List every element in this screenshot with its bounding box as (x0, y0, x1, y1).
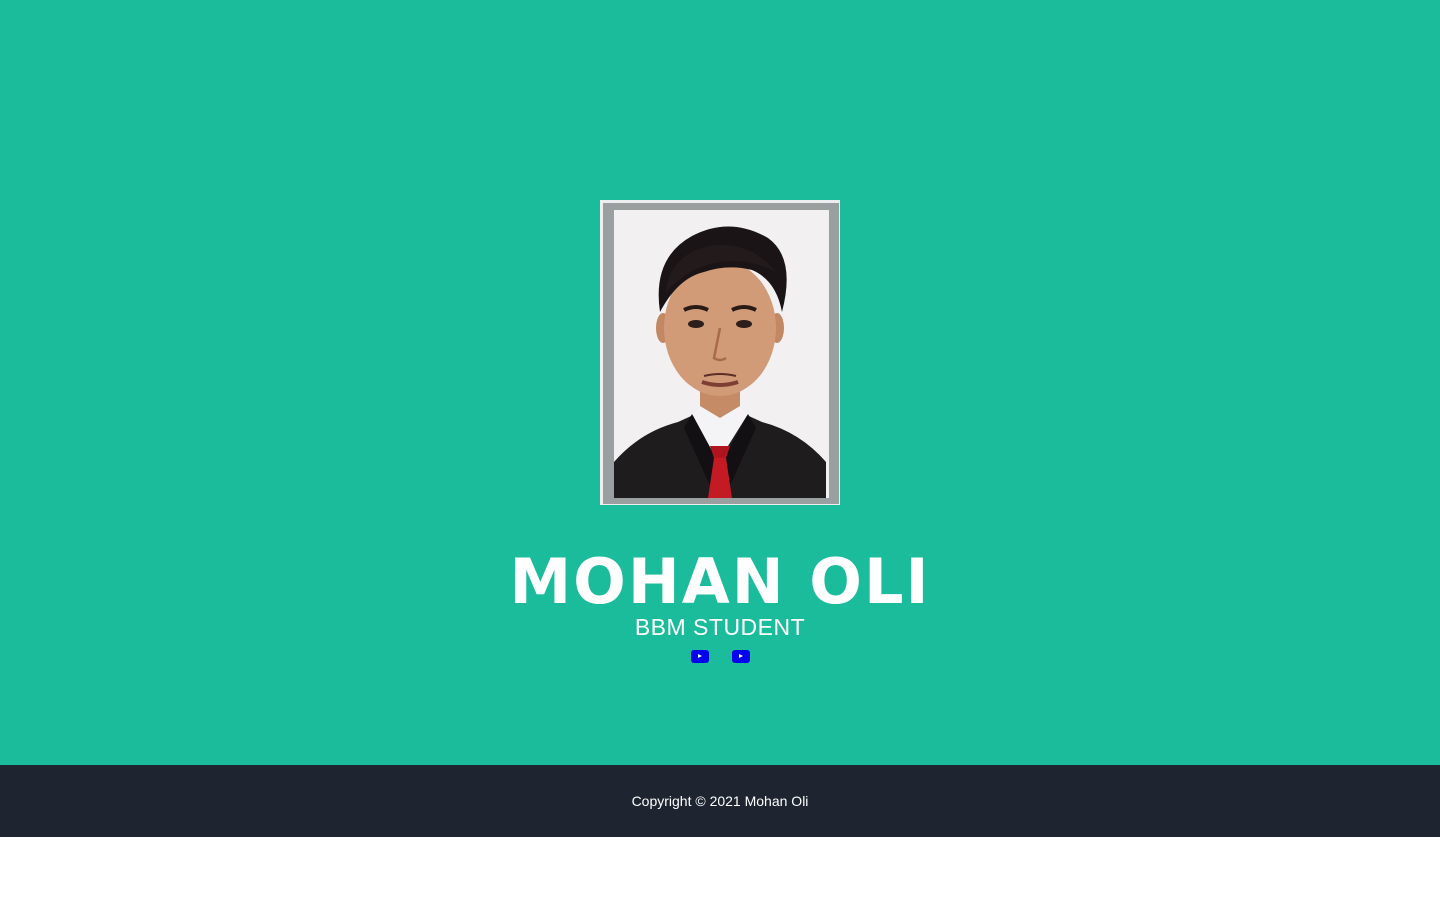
hero-section: MOHAN OLI BBM STUDENT (0, 0, 1440, 765)
profile-photo (600, 200, 840, 505)
video-play-icon (739, 654, 743, 658)
profile-role: BBM STUDENT (634, 614, 806, 640)
social-links (0, 650, 1440, 664)
video-play-icon (698, 654, 702, 658)
copyright-text: Copyright © 2021 Mohan Oli (631, 793, 809, 809)
site-footer: Copyright © 2021 Mohan Oli (0, 765, 1440, 837)
portrait-image (600, 200, 840, 505)
social-link-video-2[interactable] (732, 650, 750, 663)
social-link-video-1[interactable] (691, 650, 709, 663)
profile-name: MOHAN OLI (509, 545, 931, 618)
